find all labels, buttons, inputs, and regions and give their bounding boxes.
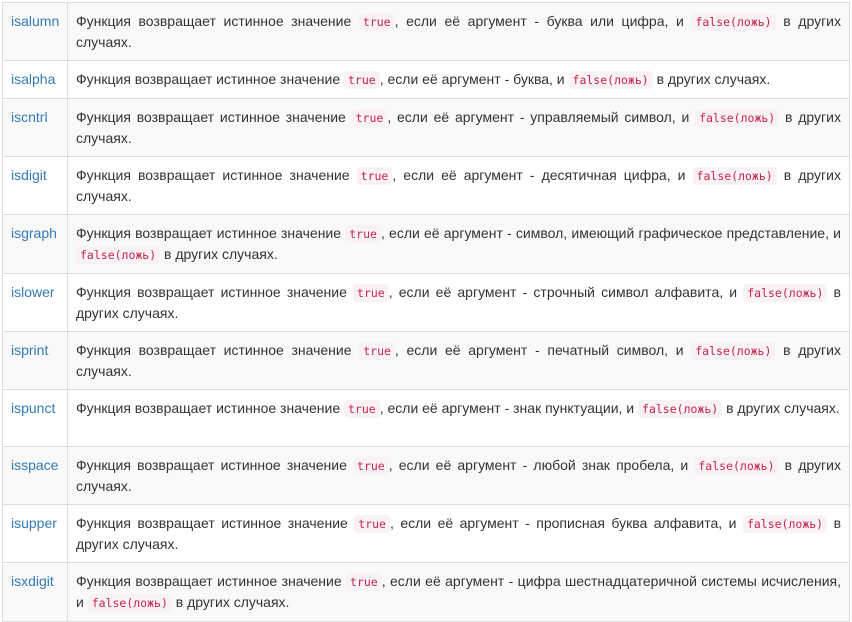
- true-code: true: [353, 284, 389, 302]
- function-description: Функция возвращает истинное значение tru…: [67, 156, 850, 215]
- ctype-functions-table: isalumn Функция возвращает истинное знач…: [2, 2, 850, 622]
- true-code: true: [346, 573, 382, 591]
- function-name: islower: [2, 273, 68, 332]
- function-description: Функция возвращает истинное значение tru…: [67, 504, 850, 563]
- false-code: false(ложь): [694, 457, 779, 475]
- table-row: isspace Функция возвращает истинное знач…: [2, 446, 850, 505]
- false-code: false(ложь): [695, 109, 780, 127]
- function-name: isupper: [2, 504, 68, 563]
- description-text: Функция возвращает истинное значение: [76, 342, 360, 358]
- function-description: Функция возвращает истинное значение tru…: [67, 331, 850, 390]
- function-name: iscntrl: [2, 98, 68, 157]
- true-code: true: [351, 109, 388, 127]
- description-text: Функция возвращает истинное значение: [76, 400, 344, 416]
- description-text: в других случаях.: [722, 400, 840, 416]
- table-row: iscntrl Функция возвращает истинное знач…: [2, 98, 850, 157]
- description-text: Функция возвращает истинное значение: [76, 13, 359, 29]
- true-code: true: [344, 71, 380, 89]
- description-text: , если её аргумент - любой знак пробела,…: [388, 457, 695, 473]
- true-code: true: [354, 515, 390, 533]
- function-name: isdigit: [2, 156, 68, 215]
- true-code: true: [359, 342, 395, 360]
- false-code: false(ложь): [742, 515, 828, 533]
- description-text: , если её аргумент - печатный символ, и: [394, 342, 692, 358]
- false-code: false(ложь): [691, 342, 776, 360]
- function-description: Функция возвращает истинное значение tru…: [67, 562, 850, 622]
- table-row: isalumn Функция возвращает истинное знач…: [2, 2, 850, 61]
- function-description: Функция возвращает истинное значение tru…: [67, 273, 850, 332]
- function-name: isgraph: [2, 214, 68, 274]
- table-row: isdigit Функция возвращает истинное знач…: [2, 156, 850, 215]
- description-text: Функция возвращает истинное значение: [76, 109, 352, 125]
- false-code: false(ложь): [743, 284, 828, 302]
- function-description: Функция возвращает истинное значение tru…: [67, 98, 850, 157]
- function-description: Функция возвращает истинное значение tru…: [67, 446, 850, 505]
- function-description: Функция возвращает истинное значение tru…: [67, 2, 850, 61]
- table-row: islower Функция возвращает истинное знач…: [2, 273, 850, 332]
- description-text: , если её аргумент - буква или цифра, и: [394, 13, 692, 29]
- description-text: , если её аргумент - буква, и: [379, 71, 569, 87]
- function-name: ispunct: [2, 389, 68, 447]
- description-text: Функция возвращает истинное значение: [76, 457, 354, 473]
- false-code: false(ложь): [638, 400, 723, 418]
- true-code: true: [345, 225, 381, 243]
- function-name: isalumn: [2, 2, 68, 61]
- description-text: , если её аргумент - прописная буква алф…: [389, 515, 743, 531]
- false-code: false(ложь): [87, 594, 172, 612]
- description-text: Функция возвращает истинное значение: [76, 515, 355, 531]
- description-text: Функция возвращает истинное значение: [76, 167, 357, 183]
- table-row: ispunct Функция возвращает истинное знач…: [2, 389, 850, 447]
- table-row: isgraph Функция возвращает истинное знач…: [2, 214, 850, 274]
- function-name: isalpha: [2, 60, 68, 99]
- description-text: , если её аргумент - символ, имеющий гра…: [380, 225, 841, 241]
- true-code: true: [358, 13, 395, 31]
- true-code: true: [356, 167, 393, 185]
- description-text: Функция возвращает истинное значение: [76, 225, 346, 241]
- description-text: , если её аргумент - знак пунктуации, и: [379, 400, 639, 416]
- function-name: isxdigit: [2, 562, 68, 622]
- description-text: в других случаях.: [652, 71, 771, 87]
- false-code: false(ложь): [692, 167, 777, 185]
- true-code: true: [353, 457, 389, 475]
- table-row: isalpha Функция возвращает истинное знач…: [2, 60, 850, 99]
- description-text: , если её аргумент - десятичная цифра, и: [392, 167, 693, 183]
- false-code: false(ложь): [691, 13, 776, 31]
- false-code: false(ложь): [568, 71, 653, 89]
- function-name: isspace: [2, 446, 68, 505]
- description-text: в других случаях.: [160, 246, 278, 262]
- function-description: Функция возвращает истинное значение tru…: [67, 389, 850, 447]
- description-text: Функция возвращает истинное значение: [76, 573, 347, 589]
- description-text: , если её аргумент - управляемый символ,…: [387, 109, 696, 125]
- table-row: isprint Функция возвращает истинное знач…: [2, 331, 850, 390]
- function-description: Функция возвращает истинное значение tru…: [67, 214, 850, 274]
- description-text: в других случаях.: [171, 594, 290, 610]
- description-text: Функция возвращает истинное значение: [76, 71, 344, 87]
- false-code: false(ложь): [76, 246, 161, 264]
- table-row: isxdigit Функция возвращает истинное зна…: [2, 562, 850, 622]
- description-text: Функция возвращает истинное значение: [76, 284, 354, 300]
- table-row: isupper Функция возвращает истинное знач…: [2, 504, 850, 563]
- true-code: true: [344, 400, 380, 418]
- function-name: isprint: [2, 331, 68, 390]
- description-text: , если её аргумент - строчный символ алф…: [388, 284, 744, 300]
- function-description: Функция возвращает истинное значение tru…: [67, 60, 850, 99]
